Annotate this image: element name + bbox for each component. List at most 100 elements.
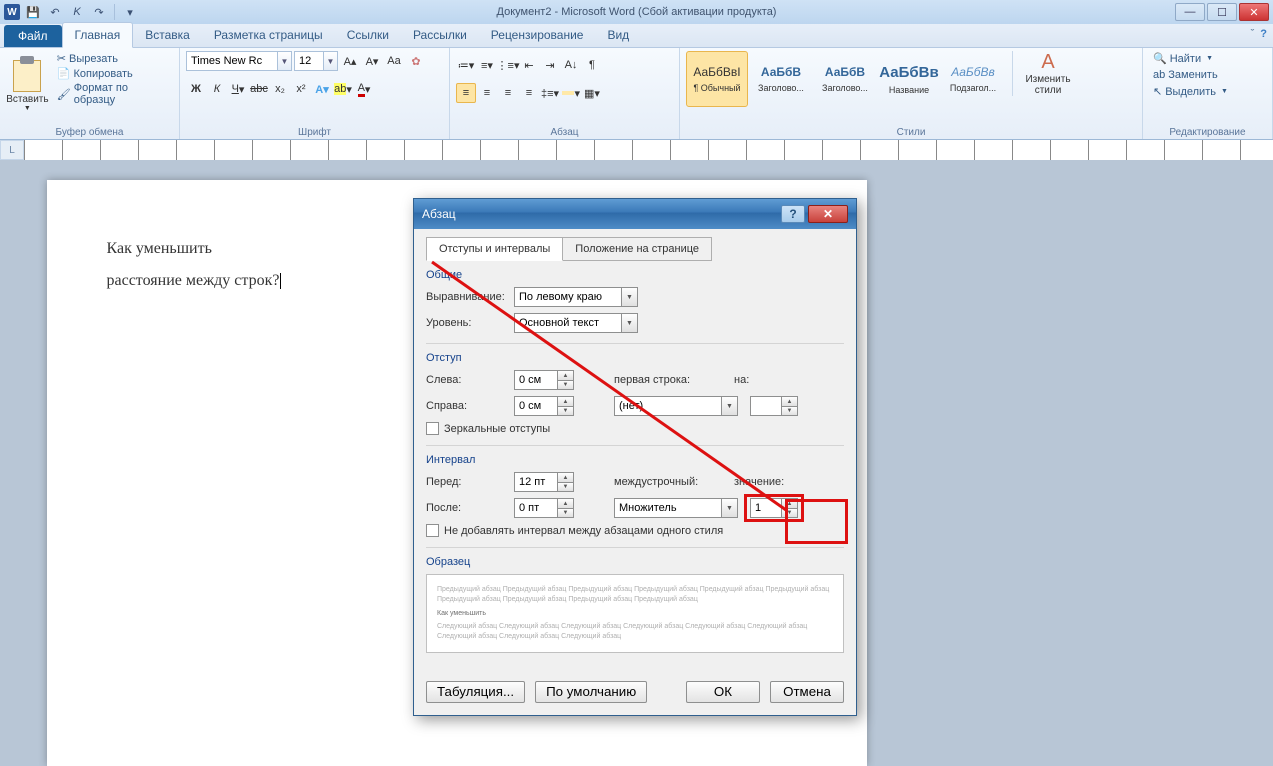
align-center-button[interactable]: ≡	[477, 83, 497, 103]
line-spacing-label: междустрочный:	[614, 476, 734, 488]
font-name-input[interactable]	[186, 51, 278, 71]
align-label: Выравнивание:	[426, 291, 514, 303]
indent-right-input[interactable]	[514, 396, 558, 416]
bullets-button[interactable]: ≔▾	[456, 55, 476, 75]
close-button[interactable]: ✕	[1239, 3, 1269, 21]
clear-formatting-button[interactable]: ✿	[406, 51, 426, 71]
style-item-0[interactable]: АаБбВвI¶ Обычный	[686, 51, 748, 107]
change-styles-button[interactable]: A Изменить стили	[1021, 51, 1075, 96]
shrink-font-button[interactable]: A▾	[362, 51, 382, 71]
mirror-indents-checkbox[interactable]	[426, 422, 439, 435]
font-size-dropdown[interactable]: ▼	[324, 51, 338, 71]
qat-undo-icon[interactable]: ↶	[46, 3, 64, 21]
highlight-button[interactable]: ab▾	[333, 79, 353, 99]
space-before-input[interactable]	[514, 472, 558, 492]
first-line-select[interactable]	[614, 396, 722, 416]
line-spacing-button[interactable]: ‡≡▾	[540, 83, 560, 103]
indent-left-spinner[interactable]: ▲▼	[558, 370, 574, 390]
ruler-corner: L	[0, 140, 24, 160]
no-space-same-style-checkbox[interactable]	[426, 524, 439, 537]
grow-font-button[interactable]: A▴	[340, 51, 360, 71]
tab-review[interactable]: Рецензирование	[479, 23, 596, 47]
help-icon[interactable]: ?	[1260, 28, 1267, 40]
default-button[interactable]: По умолчанию	[535, 681, 647, 703]
style-item-1[interactable]: АаБбВЗаголово...	[750, 51, 812, 107]
font-color-button[interactable]: A▾	[354, 79, 374, 99]
qat-redo-icon[interactable]: ↷	[90, 3, 108, 21]
space-after-label: После:	[426, 502, 514, 514]
style-item-4[interactable]: АаБбВвПодзагол...	[942, 51, 1004, 107]
italic-button[interactable]: К	[207, 79, 227, 99]
dialog-close-button[interactable]: ✕	[808, 205, 848, 223]
style-item-3[interactable]: АаБбВвНазвание	[878, 51, 940, 107]
dialog-titlebar[interactable]: Абзац ? ✕	[414, 199, 856, 229]
shading-button[interactable]: ▾	[561, 83, 581, 103]
dialog-tab-position[interactable]: Положение на странице	[562, 237, 712, 261]
paste-button[interactable]: Вставить ▼	[6, 51, 49, 121]
cancel-button[interactable]: Отмена	[770, 681, 844, 703]
align-right-button[interactable]: ≡	[498, 83, 518, 103]
tab-mailings[interactable]: Рассылки	[401, 23, 479, 47]
underline-button[interactable]: Ч▾	[228, 79, 248, 99]
maximize-button[interactable]: ☐	[1207, 3, 1237, 21]
sort-button[interactable]: A↓	[561, 55, 581, 75]
tab-references[interactable]: Ссылки	[335, 23, 401, 47]
find-button[interactable]: 🔍Найти▼	[1149, 51, 1217, 66]
align-dropdown[interactable]: ▼	[622, 287, 638, 307]
ribbon-minimize-icon[interactable]: ˇ	[1251, 28, 1255, 40]
change-case-button[interactable]: Aa	[384, 51, 404, 71]
numbering-button[interactable]: ≡▾	[477, 55, 497, 75]
indent-right-spinner[interactable]: ▲▼	[558, 396, 574, 416]
level-select[interactable]	[514, 313, 622, 333]
qat-save-icon[interactable]: 💾	[24, 3, 42, 21]
dialog-tab-indents[interactable]: Отступы и интервалы	[426, 237, 563, 261]
font-name-dropdown[interactable]: ▼	[278, 51, 292, 71]
cut-button[interactable]: ✂Вырезать	[53, 51, 173, 66]
tab-layout[interactable]: Разметка страницы	[202, 23, 335, 47]
style-item-2[interactable]: АаБбВЗаголово...	[814, 51, 876, 107]
file-tab[interactable]: Файл	[4, 25, 62, 47]
space-after-spinner[interactable]: ▲▼	[558, 498, 574, 518]
horizontal-ruler[interactable]	[0, 140, 1273, 160]
paste-label: Вставить	[6, 94, 48, 105]
borders-button[interactable]: ▦▾	[582, 83, 602, 103]
decrease-indent-button[interactable]: ⇤	[519, 55, 539, 75]
qat-italic-icon[interactable]: K	[68, 3, 86, 21]
tab-home[interactable]: Главная	[62, 22, 134, 48]
space-before-spinner[interactable]: ▲▼	[558, 472, 574, 492]
indent-by-input[interactable]	[750, 396, 782, 416]
line-spacing-dropdown[interactable]: ▼	[722, 498, 738, 518]
subscript-button[interactable]: x₂	[270, 79, 290, 99]
superscript-button[interactable]: x²	[291, 79, 311, 99]
select-button[interactable]: ↖Выделить▼	[1149, 84, 1232, 99]
align-left-button[interactable]: ≡	[456, 83, 476, 103]
tab-view[interactable]: Вид	[595, 23, 641, 47]
format-painter-button[interactable]: 🖌Формат по образцу	[53, 81, 173, 107]
indent-left-input[interactable]	[514, 370, 558, 390]
show-marks-button[interactable]: ¶	[582, 55, 602, 75]
strike-button[interactable]: abc	[249, 79, 269, 99]
space-after-input[interactable]	[514, 498, 558, 518]
multilevel-button[interactable]: ⋮≡▾	[498, 55, 518, 75]
qat-customize-icon[interactable]: ▾	[121, 3, 139, 21]
level-dropdown[interactable]: ▼	[622, 313, 638, 333]
indent-by-spinner[interactable]: ▲▼	[782, 396, 798, 416]
group-preview-title: Образец	[426, 556, 844, 568]
tabs-button[interactable]: Табуляция...	[426, 681, 525, 703]
line-spacing-select[interactable]	[614, 498, 722, 518]
justify-button[interactable]: ≡	[519, 83, 539, 103]
text-effects-button[interactable]: A▾	[312, 79, 332, 99]
bold-button[interactable]: Ж	[186, 79, 206, 99]
copy-button[interactable]: 📄Копировать	[53, 66, 173, 81]
ok-button[interactable]: ОК	[686, 681, 760, 703]
replace-button[interactable]: abЗаменить	[1149, 68, 1222, 82]
minimize-button[interactable]: —	[1175, 3, 1205, 21]
first-line-dropdown[interactable]: ▼	[722, 396, 738, 416]
increase-indent-button[interactable]: ⇥	[540, 55, 560, 75]
dialog-help-button[interactable]: ?	[781, 205, 805, 223]
clipboard-group-label: Буфер обмена	[0, 127, 179, 138]
ribbon: Вставить ▼ ✂Вырезать 📄Копировать 🖌Формат…	[0, 48, 1273, 140]
tab-insert[interactable]: Вставка	[133, 23, 202, 47]
font-size-input[interactable]	[294, 51, 324, 71]
align-select[interactable]	[514, 287, 622, 307]
